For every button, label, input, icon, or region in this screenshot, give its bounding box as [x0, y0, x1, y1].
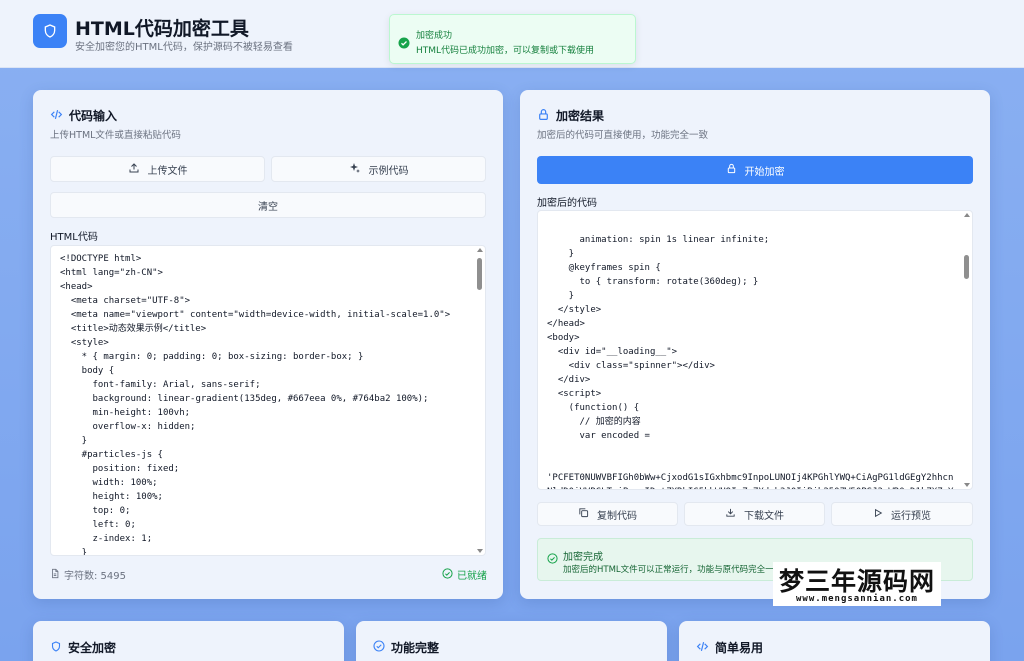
encrypted-code-textarea[interactable]: animation: spin 1s linear infinite; } @k… [537, 210, 973, 490]
shield-logo-icon [33, 14, 67, 48]
check-circle-icon [547, 549, 558, 568]
app-subtitle: 安全加密您的HTML代码，保护源码不被轻易查看 [75, 42, 293, 53]
app-title: HTML代码加密工具 [75, 18, 249, 40]
scroll-thumb[interactable] [477, 258, 482, 290]
copy-icon [578, 507, 589, 521]
sparkles-icon [349, 162, 361, 177]
feature-card-easy: 简单易用 [679, 621, 990, 661]
feature-title: 安全加密 [68, 641, 117, 655]
upload-icon [128, 162, 140, 177]
feature-title: 简单易用 [715, 641, 764, 655]
feature-title: 功能完整 [391, 641, 440, 655]
feature-card-complete: 功能完整 [356, 621, 667, 661]
example-code-button[interactable]: 示例代码 [271, 156, 486, 182]
shield-icon [50, 640, 62, 656]
encrypt-result-panel: 加密结果 加密后的代码可直接使用，功能完全一致 开始加密 加密后的代码 anim… [520, 90, 990, 599]
char-count: 字符数: 5495 [50, 567, 126, 582]
result-panel-subtitle: 加密后的代码可直接使用，功能完全一致 [537, 130, 709, 141]
download-icon [725, 507, 736, 521]
upload-file-button[interactable]: 上传文件 [50, 156, 265, 182]
play-icon [873, 508, 883, 521]
success-toast: 加密成功 HTML代码已成功加密，可以复制或下载使用 [389, 14, 636, 64]
code-icon [696, 640, 709, 656]
copy-code-button[interactable]: 复制代码 [537, 502, 678, 526]
lock-icon [537, 108, 550, 124]
done-message: 加密后的HTML文件可以正常运行，功能与原代码完全一致 [563, 565, 783, 575]
feature-card-security: 安全加密 [33, 621, 344, 661]
scroll-down-icon [964, 483, 970, 487]
ready-status: 已就绪 [442, 567, 487, 582]
run-preview-button[interactable]: 运行预览 [831, 502, 973, 526]
result-panel-title: 加密结果 [537, 107, 604, 124]
watermark-name: 梦三年源码网 [778, 567, 935, 596]
check-circle-icon [398, 34, 410, 53]
done-title: 加密完成 [563, 552, 603, 563]
code-input-panel: 代码输入 上传HTML文件或直接粘贴代码 上传文件 示例代码 清空 HTML代码… [33, 90, 503, 599]
check-circle-icon [442, 567, 453, 582]
encrypted-code-label: 加密后的代码 [537, 198, 597, 209]
scroll-up-icon [964, 213, 970, 217]
input-panel-title: 代码输入 [50, 107, 117, 124]
html-code-content: <!DOCTYPE html> <html lang="zh-CN"> <hea… [60, 254, 451, 556]
document-icon [50, 568, 60, 582]
scroll-up-icon [477, 248, 483, 252]
site-watermark: 梦三年源码网 www.mengsannian.com [773, 562, 941, 606]
toast-title: 加密成功 [416, 31, 453, 41]
code-icon [50, 108, 63, 124]
scroll-down-icon [477, 549, 483, 553]
encoded-string: 'PCFET0NUWVBFIGh0bWw+CjxodG1sIGxhbmc9Inp… [547, 473, 954, 489]
input-scrollbar[interactable] [477, 248, 483, 553]
html-code-textarea[interactable]: <!DOCTYPE html> <html lang="zh-CN"> <hea… [50, 245, 486, 556]
download-file-button[interactable]: 下载文件 [684, 502, 825, 526]
scroll-thumb[interactable] [964, 255, 969, 279]
output-scrollbar[interactable] [964, 213, 970, 487]
watermark-url: www.mengsannian.com [796, 594, 918, 604]
clear-button[interactable]: 清空 [50, 192, 486, 218]
html-code-label: HTML代码 [50, 232, 98, 243]
toast-message: HTML代码已成功加密，可以复制或下载使用 [416, 46, 595, 56]
input-panel-subtitle: 上传HTML文件或直接粘贴代码 [50, 130, 181, 141]
check-circle-icon [373, 640, 385, 655]
encrypted-code-content: animation: spin 1s linear infinite; } @k… [547, 211, 958, 489]
lock-icon [726, 163, 737, 177]
start-encrypt-button[interactable]: 开始加密 [537, 156, 973, 184]
